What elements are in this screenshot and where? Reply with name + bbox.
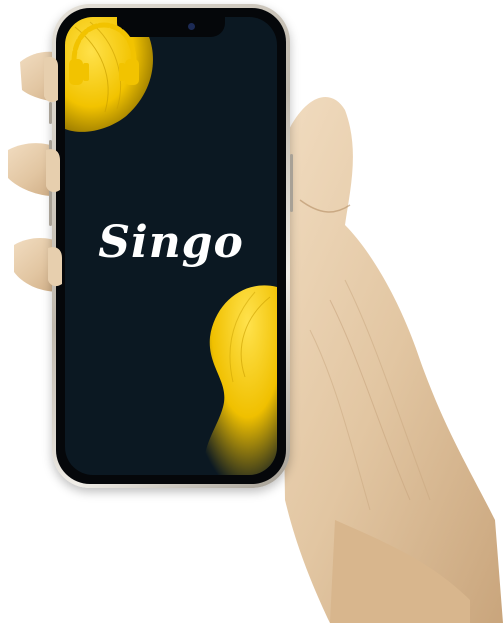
hand-thumb-overlay [44,56,62,287]
scene: Singo [0,0,503,623]
